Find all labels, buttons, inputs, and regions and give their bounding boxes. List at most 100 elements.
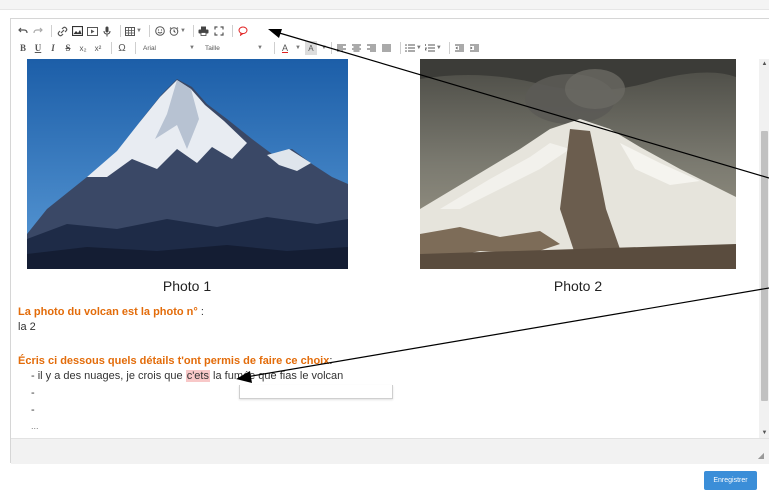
table-button[interactable]: ▼: [125, 24, 142, 38]
comment-button[interactable]: [237, 24, 249, 38]
list-item-text: la fumée que fias le volcan: [209, 370, 344, 382]
list-item: - il y a des nuages, je crois que c'ets …: [31, 370, 343, 382]
align-center-icon: [352, 44, 362, 52]
question-text: La photo du volcan est la photo n° :: [18, 306, 204, 318]
align-right-icon: [367, 44, 377, 52]
volcano-photo: [420, 59, 736, 269]
top-bar: [0, 0, 769, 10]
align-justify-button[interactable]: [381, 41, 393, 55]
list-item: -: [31, 404, 35, 416]
list-item: ...: [31, 421, 39, 431]
align-right-button[interactable]: [366, 41, 378, 55]
question-label: La photo du volcan est la photo n°: [18, 306, 198, 318]
emoji-button[interactable]: [154, 24, 166, 38]
special-character-button[interactable]: Ω: [116, 41, 128, 55]
toolbar-separator: [330, 42, 332, 54]
outdent-icon: [455, 44, 465, 52]
redo-icon: [33, 27, 43, 34]
save-button[interactable]: Enregistrer: [704, 471, 757, 490]
resize-handle-icon[interactable]: ◢: [758, 451, 764, 460]
underline-button[interactable]: U: [32, 41, 44, 55]
toolbar-separator: [51, 25, 52, 37]
align-left-icon: [337, 44, 347, 52]
image-icon: [71, 26, 83, 36]
question-label: Écris ci dessous quels détails t'ont per…: [18, 355, 330, 367]
toolbar-separator: [111, 42, 112, 54]
toolbar-row-2: B U I S x₂ x² Ω Arial ▼ Taille ▼ A ▼ A ▼: [17, 40, 484, 56]
mountain-photo: [27, 59, 348, 269]
toolbar-separator: [135, 42, 136, 54]
editor-status-bar: ◢: [11, 438, 769, 464]
scrollbar-thumb[interactable]: [761, 131, 768, 401]
fullscreen-button[interactable]: [213, 24, 225, 38]
table-icon: [125, 26, 135, 36]
undo-icon: [18, 27, 28, 34]
chevron-down-icon[interactable]: ▼: [321, 45, 327, 51]
toolbar-row-1: ▼ ▼: [17, 23, 252, 39]
indent-icon: [470, 44, 480, 52]
question-text: Écris ci dessous quels détails t'ont per…: [18, 355, 332, 367]
numbered-list-button[interactable]: ▼: [424, 41, 442, 55]
chevron-down-icon: ▼: [179, 28, 186, 34]
strikethrough-button[interactable]: S: [62, 41, 74, 55]
chevron-down-icon[interactable]: ▼: [295, 45, 301, 51]
print-button[interactable]: [198, 24, 210, 38]
toolbar-separator: [448, 42, 450, 54]
italic-button[interactable]: I: [47, 41, 59, 55]
vertical-scrollbar[interactable]: ▲ ▼: [759, 59, 769, 438]
clock-icon: [169, 27, 179, 36]
spellcheck-suggestion-popup[interactable]: [239, 385, 393, 399]
list-item-text: - il y a des nuages, je crois que: [31, 370, 186, 382]
chevron-down-icon: ▼: [415, 45, 422, 51]
toolbar-separator: [231, 25, 233, 37]
editor-toolbar: ▼ ▼ B U I S x₂ x² Ω Arial ▼ Taille ▼ A ▼…: [11, 19, 769, 59]
align-left-button[interactable]: [336, 41, 348, 55]
text-color-button[interactable]: A: [279, 41, 291, 55]
answer-text: la 2: [18, 321, 36, 333]
scroll-up-arrow-icon[interactable]: ▲: [759, 59, 769, 69]
font-size-select[interactable]: Taille ▼: [202, 42, 266, 55]
question-colon: :: [329, 355, 333, 367]
photo-caption: Photo 2: [553, 278, 603, 294]
smiley-icon: [155, 26, 165, 36]
image-button[interactable]: [71, 24, 83, 38]
background-color-button[interactable]: A: [304, 41, 317, 55]
photo-caption: Photo 1: [162, 278, 212, 294]
bold-button[interactable]: B: [17, 41, 29, 55]
align-center-button[interactable]: [351, 41, 363, 55]
speech-bubble-icon: [238, 26, 248, 36]
font-size-value: Taille: [205, 44, 220, 52]
printer-icon: [198, 26, 209, 36]
redo-button[interactable]: [32, 24, 44, 38]
link-icon: [57, 26, 67, 36]
toolbar-separator: [399, 42, 401, 54]
outdent-button[interactable]: [454, 41, 466, 55]
link-button[interactable]: [56, 24, 68, 38]
microphone-icon: [103, 26, 111, 36]
undo-button[interactable]: [17, 24, 29, 38]
align-justify-icon: [382, 44, 392, 52]
time-button[interactable]: ▼: [169, 24, 186, 38]
toolbar-separator: [120, 25, 121, 37]
font-family-select[interactable]: Arial ▼: [140, 42, 198, 55]
superscript-button[interactable]: x²: [92, 41, 104, 55]
toolbar-separator: [192, 25, 194, 37]
chevron-down-icon: ▼: [136, 28, 142, 34]
font-family-value: Arial: [143, 44, 157, 52]
numbered-list-icon: [424, 44, 435, 52]
misspelled-word[interactable]: c'ets: [185, 370, 210, 382]
question-colon: :: [197, 306, 204, 318]
editor-content[interactable]: Photo 1 Photo 2 La photo du volcan est l…: [11, 59, 759, 438]
rich-text-editor: ▼ ▼ B U I S x₂ x² Ω Arial ▼ Taille ▼ A ▼…: [10, 18, 769, 464]
toolbar-separator: [274, 42, 275, 54]
media-button[interactable]: [86, 24, 98, 38]
scroll-down-arrow-icon[interactable]: ▼: [759, 428, 769, 438]
chevron-down-icon: ▼: [257, 45, 263, 51]
subscript-button[interactable]: x₂: [77, 41, 89, 55]
indent-button[interactable]: [469, 41, 481, 55]
media-icon: [86, 26, 98, 36]
bullet-list-icon: [405, 44, 415, 52]
microphone-button[interactable]: [101, 24, 113, 38]
list-item: -: [31, 387, 35, 399]
bullet-list-button[interactable]: ▼: [405, 41, 422, 55]
